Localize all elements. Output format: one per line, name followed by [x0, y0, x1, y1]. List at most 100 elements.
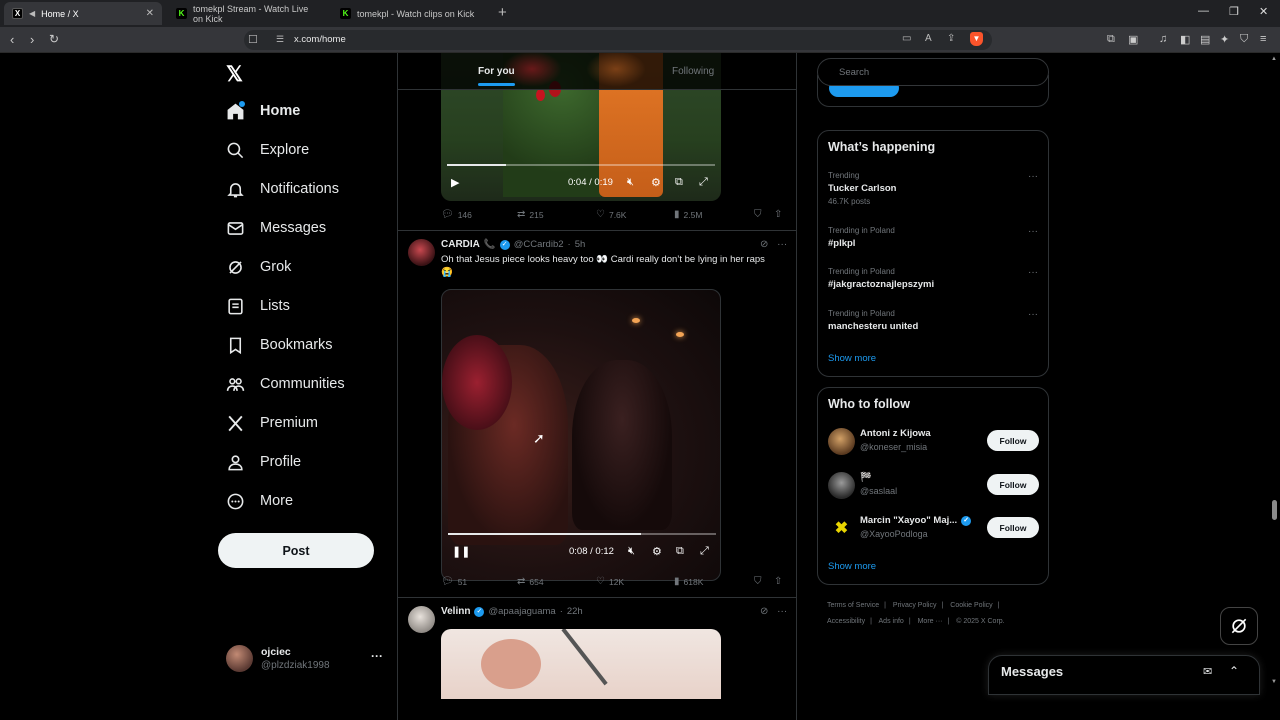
settings-gear-icon[interactable]: ⚙ — [651, 176, 661, 189]
vpn-icon[interactable]: ⛉ — [1240, 33, 1248, 46]
new-tab-icon[interactable]: + — [498, 4, 507, 21]
trend-item[interactable]: Trending in Poland #jakgractoznajlepszym… — [828, 267, 1038, 290]
nav-item-home[interactable]: Home — [226, 94, 300, 128]
post-time[interactable]: 22h — [567, 606, 583, 617]
follow-button[interactable]: Follow — [987, 474, 1039, 495]
grok-button[interactable] — [1220, 607, 1258, 645]
fullscreen-icon[interactable]: ⤢ — [699, 176, 708, 189]
post-button[interactable]: Post — [218, 533, 374, 568]
show-more-link[interactable]: Show more — [828, 561, 876, 572]
fullscreen-icon[interactable]: ⤢ — [700, 545, 709, 558]
translate-icon[interactable]: A — [925, 33, 932, 44]
scroll-down-icon[interactable]: ▼ — [1271, 679, 1277, 685]
footer-link[interactable]: Terms of Service — [827, 602, 879, 609]
nav-item-bookmarks[interactable]: Bookmarks — [226, 328, 333, 362]
trend-item[interactable]: Trending in Poland manchesteru united ··… — [828, 309, 1038, 332]
back-icon[interactable]: ‹ — [10, 32, 14, 47]
more-dots-icon[interactable]: ··· — [777, 239, 787, 250]
nav-item-notifications[interactable]: Notifications — [226, 172, 339, 206]
footer-link[interactable]: More ··· — [918, 618, 943, 625]
expand-icon[interactable]: ⌃ — [1229, 664, 1239, 678]
cast-icon[interactable]: ▭ — [902, 33, 911, 44]
scroll-up-icon[interactable]: ▲ — [1271, 56, 1277, 62]
repost-button[interactable]: ⇄ 654 — [517, 576, 544, 587]
grok-icon[interactable]: ⊘ — [760, 606, 768, 617]
browser-tab-kick-stream[interactable]: K tomekpl Stream - Watch Live on Kick — [168, 2, 328, 25]
follow-button[interactable]: Follow — [987, 430, 1039, 451]
footer-link[interactable]: Ads info — [879, 618, 904, 625]
video-player[interactable] — [441, 629, 721, 699]
grok-icon[interactable]: ⊘ — [760, 239, 768, 250]
more-dots-icon[interactable]: ··· — [1028, 226, 1038, 237]
like-button[interactable]: ♡ 7.6K — [596, 209, 626, 220]
nav-item-explore[interactable]: Explore — [226, 133, 309, 167]
more-dots-icon[interactable]: ··· — [777, 606, 787, 617]
footer-link[interactable]: Cookie Policy — [950, 602, 992, 609]
minimize-icon[interactable]: — — [1198, 5, 1209, 17]
leo-ai-icon[interactable]: ✦ — [1220, 33, 1229, 46]
menu-icon[interactable]: ≡ — [1260, 33, 1266, 45]
wallet-card-icon[interactable]: ▤ — [1200, 33, 1210, 46]
site-settings-icon[interactable]: ☰ — [276, 34, 284, 45]
close-window-icon[interactable]: ✕ — [1259, 5, 1268, 18]
trend-item[interactable]: Trending in Poland #plkpl ··· — [828, 226, 1038, 249]
pause-icon[interactable]: ❚❚ — [452, 545, 470, 558]
account-switcher[interactable]: ojciec @plzdziak1998 ··· — [226, 643, 386, 675]
views-button[interactable]: ▮ 618K — [674, 576, 703, 587]
mute-icon[interactable]: 🔇︎ — [628, 545, 635, 558]
reload-icon[interactable]: ↻ — [49, 32, 59, 46]
scrollbar-thumb[interactable] — [1272, 500, 1277, 520]
follow-suggestion[interactable]: ✖ Marcin "Xayoo" Maj... ✓ @XayooPodloga F… — [828, 515, 1040, 545]
author-name[interactable]: CARDIA — [441, 239, 480, 250]
forward-icon[interactable]: › — [30, 32, 34, 47]
brave-shields-icon[interactable]: ▼ — [970, 32, 983, 46]
nav-item-more[interactable]: More — [226, 484, 293, 518]
author-handle[interactable]: @CCardib2 — [514, 239, 564, 250]
messages-drawer[interactable]: Messages ✉ ⌃ — [988, 655, 1260, 695]
share-button[interactable]: ⇧ — [774, 209, 782, 220]
author-handle[interactable]: @apaajaguama — [488, 606, 555, 617]
more-dots-icon[interactable]: ··· — [371, 649, 383, 663]
mute-icon[interactable]: 🔇︎ — [627, 176, 634, 189]
sidebar-icon[interactable]: ◧ — [1180, 33, 1190, 46]
nav-item-messages[interactable]: Messages — [226, 211, 326, 245]
url-field[interactable]: x.com/home — [244, 30, 992, 50]
follow-suggestion[interactable]: Antoni z Kijowa @koneser_misia Follow — [828, 428, 1040, 458]
settings-gear-icon[interactable]: ⚙ — [652, 545, 662, 558]
video-progress-bar[interactable] — [448, 533, 716, 535]
more-dots-icon[interactable]: ··· — [1028, 267, 1038, 278]
media-icon[interactable]: ♫ — [1159, 33, 1167, 45]
avatar[interactable] — [408, 606, 435, 633]
share-icon[interactable]: ⇪ — [947, 33, 955, 44]
pip-icon[interactable]: ⧉ — [676, 545, 684, 558]
bookmark-page-icon[interactable]: ☐ — [248, 33, 258, 46]
footer-link[interactable]: Privacy Policy — [893, 602, 937, 609]
pip-icon[interactable]: ⧉ — [675, 176, 683, 189]
x-logo-icon[interactable]: 𝕏 — [226, 62, 243, 87]
repost-button[interactable]: ⇄ 215 — [517, 209, 544, 220]
nav-item-grok[interactable]: Grok — [226, 250, 291, 284]
share-button[interactable]: ⇧ — [774, 576, 782, 587]
show-more-link[interactable]: Show more — [828, 353, 876, 364]
reply-button[interactable]: 💬︎ 51 — [441, 576, 467, 587]
follow-suggestion[interactable]: 🏁 @saslaal Follow — [828, 472, 1040, 502]
browser-tab-kick-clips[interactable]: K tomekpl - Watch clips on Kick — [332, 2, 492, 25]
video-progress-bar[interactable] — [447, 164, 715, 166]
nav-item-lists[interactable]: Lists — [226, 289, 290, 323]
follow-button[interactable]: Follow — [987, 517, 1039, 538]
tab-for-you[interactable]: For you — [478, 66, 515, 86]
nav-item-communities[interactable]: Communities — [226, 367, 345, 401]
reply-button[interactable]: 💬︎ 146 — [441, 209, 472, 220]
more-dots-icon[interactable]: ··· — [1028, 171, 1038, 182]
like-button[interactable]: ♡ 12K — [596, 576, 624, 587]
play-icon[interactable]: ▶ — [451, 176, 459, 189]
browser-tab-home[interactable]: X ◀ Home / X ✕ — [4, 2, 162, 25]
nav-item-premium[interactable]: Premium — [226, 406, 318, 440]
new-message-icon[interactable]: ✉ — [1203, 665, 1212, 678]
trend-item[interactable]: Trending Tucker Carlson 46.7K posts ··· — [828, 171, 1038, 206]
video-player[interactable]: ❚❚ 0:08 / 0:12 🔇︎ ⚙ ⧉ ⤢ — [441, 289, 721, 581]
views-button[interactable]: ▮ 2.5M — [674, 209, 702, 220]
footer-link[interactable]: Accessibility — [827, 618, 865, 625]
restore-icon[interactable]: ❐ — [1229, 5, 1239, 18]
search-input[interactable]: Search — [817, 58, 1049, 86]
